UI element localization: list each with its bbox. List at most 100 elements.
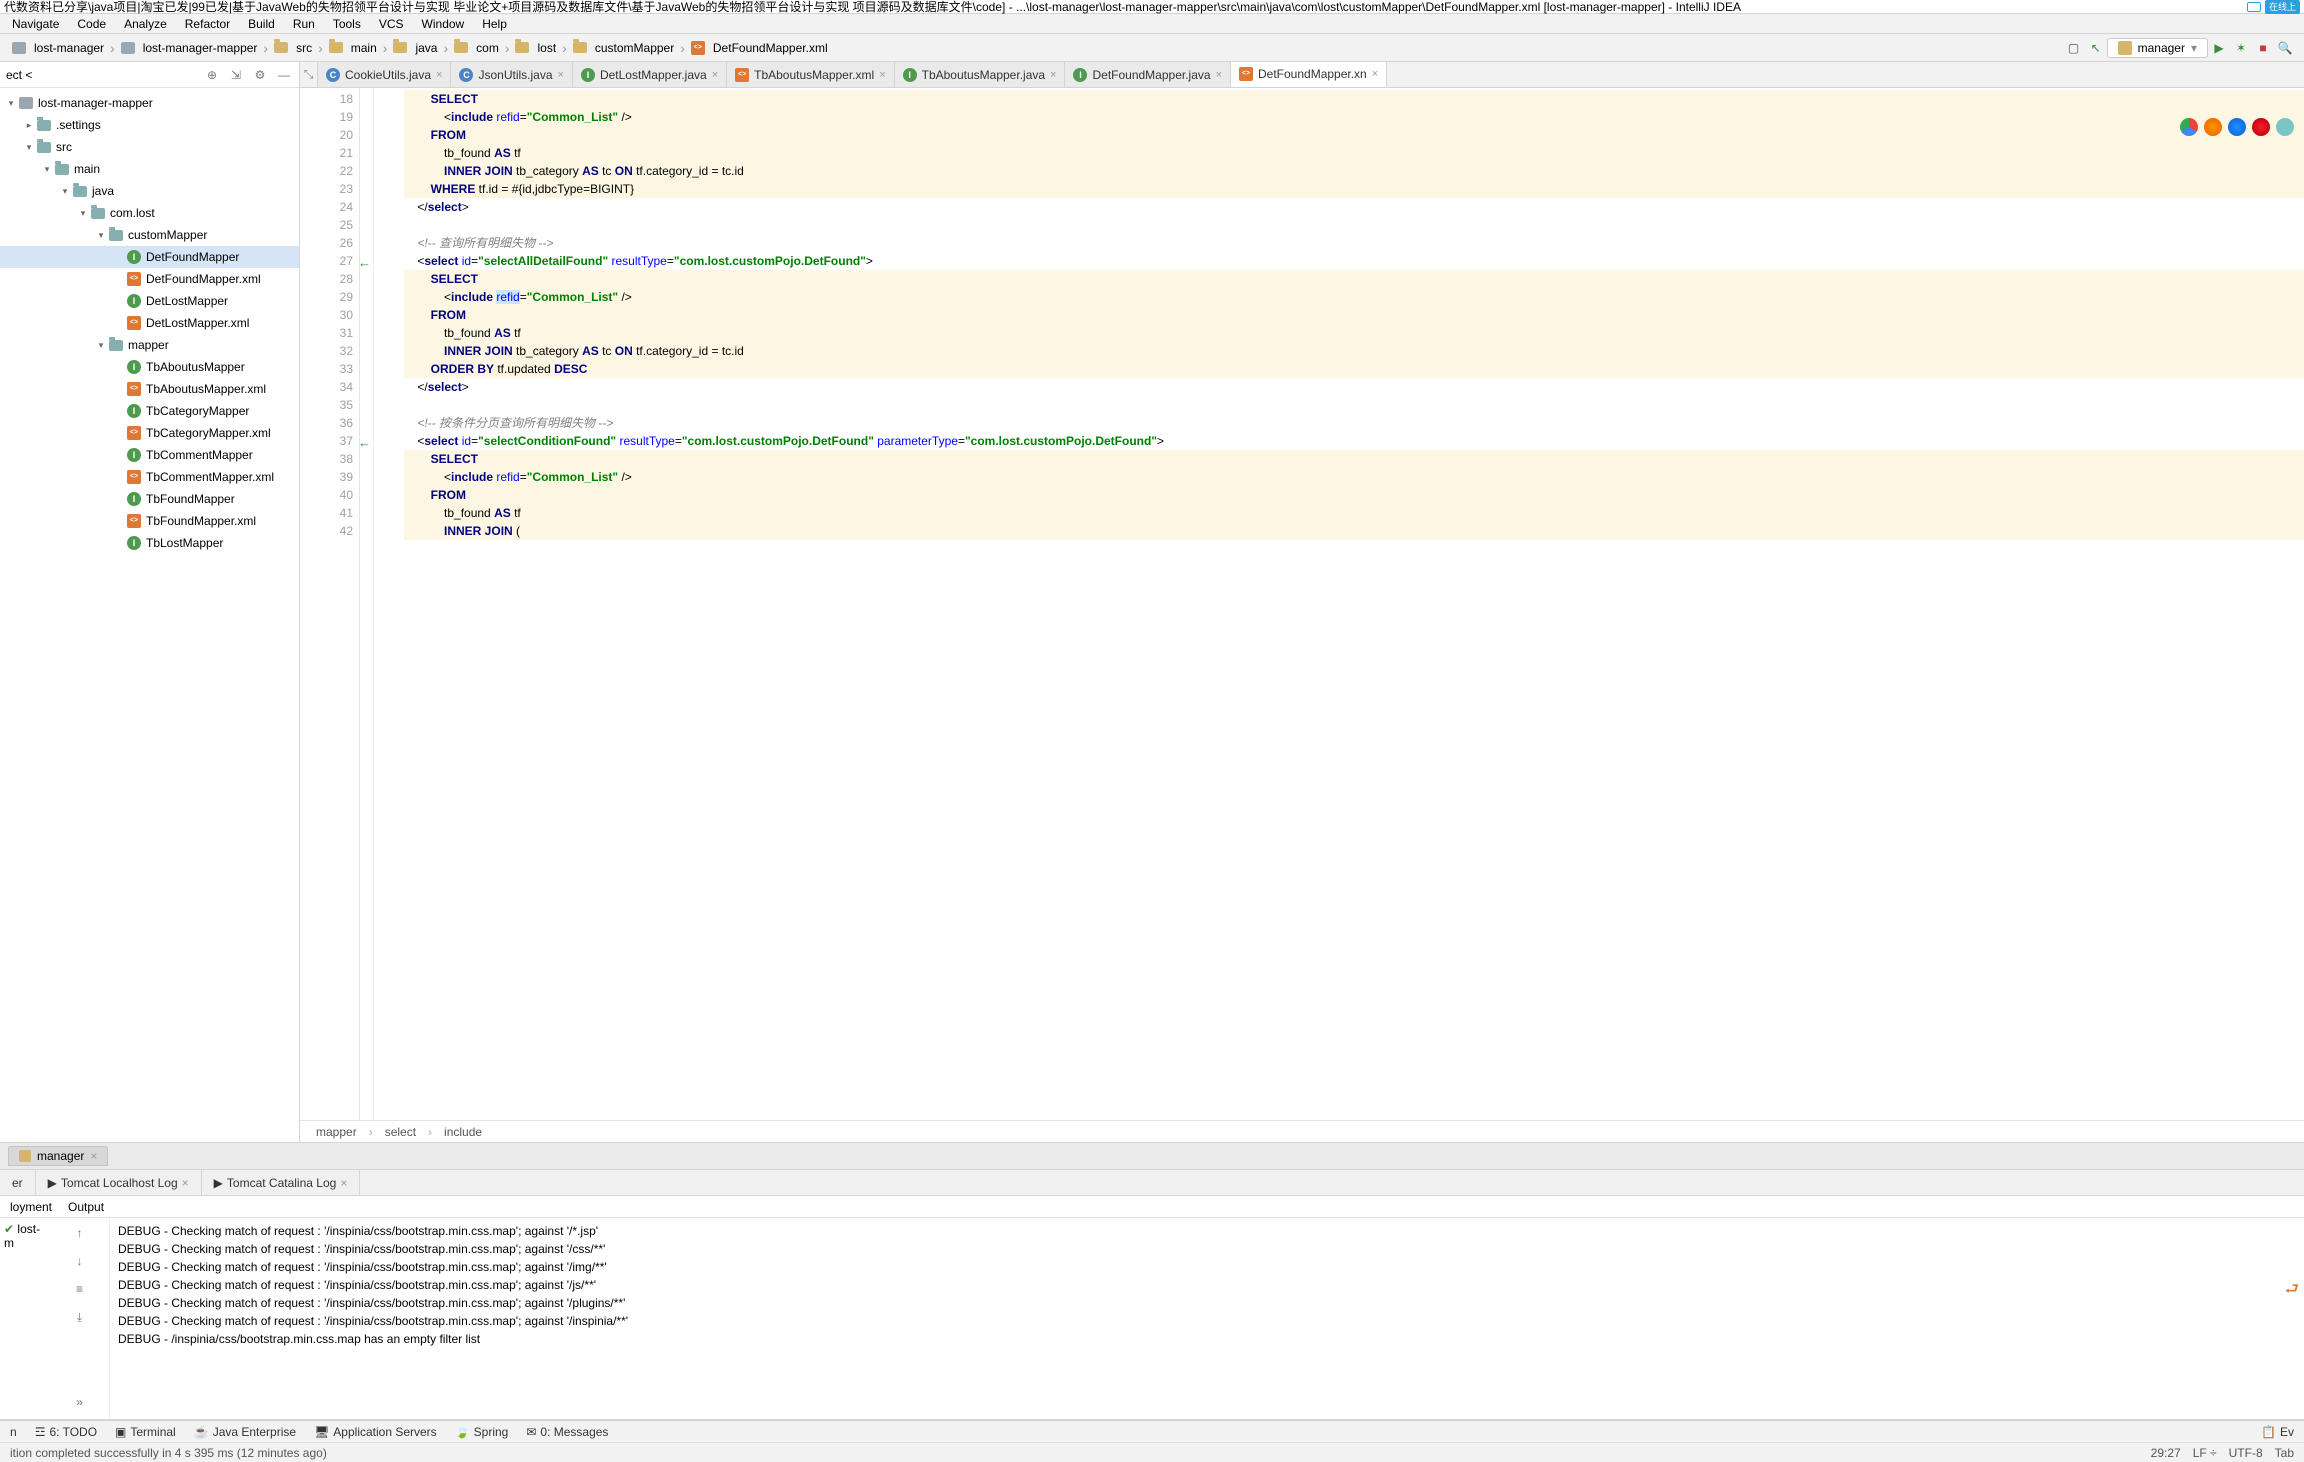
todo-tool[interactable]: ☲ 6: TODO [35, 1425, 97, 1439]
close-icon[interactable]: × [1050, 69, 1056, 81]
sync-icon[interactable]: ↖ [2085, 37, 2107, 59]
code-line[interactable]: <select id="selectConditionFound" result… [404, 432, 2304, 450]
tab-pin-icon[interactable]: ⤡ [300, 62, 318, 87]
file-encoding[interactable]: UTF-8 [2229, 1446, 2263, 1460]
twist-icon[interactable]: ▾ [76, 208, 90, 219]
breadcrumb-item[interactable]: lost [511, 41, 560, 55]
editor-tab[interactable]: CCookieUtils.java× [318, 62, 451, 87]
crumb-include[interactable]: include [444, 1125, 482, 1139]
chrome-icon[interactable] [2180, 118, 2198, 136]
tree-node[interactable]: ▾src [0, 136, 299, 158]
tree-node[interactable]: ▾lost-manager-mapper [0, 92, 299, 114]
close-icon[interactable]: × [182, 1176, 189, 1190]
breadcrumb-item[interactable]: src [270, 41, 316, 55]
editor-tab[interactable]: ITbAboutusMapper.java× [895, 62, 1066, 87]
layout-icon[interactable]: ▢ [2063, 37, 2085, 59]
collapse-icon[interactable]: ⇲ [227, 66, 245, 84]
messages-tool[interactable]: ✉ 0: Messages [526, 1425, 608, 1439]
twist-icon[interactable]: ▾ [94, 230, 108, 241]
default-browser-icon[interactable] [2276, 118, 2294, 136]
breadcrumb-item[interactable]: customMapper [569, 41, 678, 55]
menu-vcs[interactable]: VCS [371, 15, 412, 33]
tree-node[interactable]: <>TbFoundMapper.xml [0, 510, 299, 532]
down-icon[interactable]: ↓ [71, 1252, 89, 1270]
editor-tab[interactable]: CJsonUtils.java× [451, 62, 572, 87]
vcs-arrow-icon[interactable]: ← [358, 434, 371, 452]
tree-node[interactable]: ▸.settings [0, 114, 299, 136]
stop-icon[interactable]: ■ [2252, 37, 2274, 59]
code-line[interactable] [404, 396, 2304, 414]
crumb-mapper[interactable]: mapper [316, 1125, 357, 1139]
tree-node[interactable]: <>TbAboutusMapper.xml [0, 378, 299, 400]
gear-icon[interactable]: ⚙ [251, 66, 269, 84]
tree-node[interactable]: ▾customMapper [0, 224, 299, 246]
line-separator[interactable]: LF ÷ [2193, 1446, 2217, 1460]
run-icon[interactable]: ▶ [2208, 37, 2230, 59]
code-line[interactable]: ORDER BY tf.updated DESC [404, 360, 2304, 378]
twist-icon[interactable]: ▾ [94, 340, 108, 351]
close-icon[interactable]: × [90, 1149, 97, 1163]
twist-icon[interactable]: ▸ [22, 120, 36, 131]
bottom-item[interactable]: n [10, 1425, 17, 1439]
tree-node[interactable]: ITbCategoryMapper [0, 400, 299, 422]
locate-icon[interactable]: ⊕ [203, 66, 221, 84]
run-config-selector[interactable]: manager ▾ [2107, 38, 2208, 58]
menu-window[interactable]: Window [414, 15, 473, 33]
code-line[interactable]: <!-- 查询所有明细失物 --> [404, 234, 2304, 252]
close-icon[interactable]: × [1372, 68, 1378, 80]
code-line[interactable]: tb_found AS tf [404, 504, 2304, 522]
hide-icon[interactable]: — [275, 66, 293, 84]
caret-position[interactable]: 29:27 [2151, 1446, 2181, 1460]
tree-node[interactable]: IDetFoundMapper [0, 246, 299, 268]
code-line[interactable]: </select> [404, 198, 2304, 216]
tree-node[interactable]: ▾com.lost [0, 202, 299, 224]
tree-node[interactable]: ITbAboutusMapper [0, 356, 299, 378]
firefox-icon[interactable] [2204, 118, 2222, 136]
event-log[interactable]: 📋 Ev [2261, 1425, 2294, 1439]
close-icon[interactable]: × [1216, 69, 1222, 81]
soft-wrap-toggle-icon[interactable]: ⮐ [2285, 1278, 2299, 1305]
more-icon[interactable]: » [71, 1393, 89, 1411]
editor-tab[interactable]: IDetFoundMapper.java× [1065, 62, 1231, 87]
breadcrumb-item[interactable]: java [389, 41, 441, 55]
code-line[interactable]: FROM [404, 486, 2304, 504]
deployment-tree[interactable]: ✔ lost-m [0, 1218, 50, 1419]
menu-code[interactable]: Code [69, 15, 114, 33]
tree-node[interactable]: ▾java [0, 180, 299, 202]
output-tab[interactable]: ▶ Tomcat Localhost Log × [36, 1170, 202, 1195]
vcs-arrow-icon[interactable]: ← [358, 254, 371, 272]
app-servers-tool[interactable]: 🖥 Application Servers [314, 1425, 437, 1439]
project-tree[interactable]: ▾lost-manager-mapper▸.settings▾src▾main▾… [0, 88, 299, 1142]
output-tab[interactable]: er [0, 1170, 36, 1195]
safari-icon[interactable] [2228, 118, 2246, 136]
close-icon[interactable]: × [712, 69, 718, 81]
tree-node[interactable]: ▾main [0, 158, 299, 180]
console-output[interactable]: DEBUG - Checking match of request : '/in… [110, 1218, 2280, 1419]
code-line[interactable]: <select id="selectAllDetailFound" result… [404, 252, 2304, 270]
java-ee-tool[interactable]: ☕ Java Enterprise [194, 1425, 296, 1439]
twist-icon[interactable]: ▾ [4, 98, 18, 109]
tree-node[interactable]: <>TbCommentMapper.xml [0, 466, 299, 488]
terminal-tool[interactable]: ▣ Terminal [115, 1425, 176, 1439]
breadcrumb-item[interactable]: <>DetFoundMapper.xml [687, 41, 832, 55]
title-right-button[interactable]: 在线上 [2265, 0, 2300, 14]
tree-node[interactable]: ▾mapper [0, 334, 299, 356]
code-line[interactable] [404, 216, 2304, 234]
menu-run[interactable]: Run [285, 15, 323, 33]
breadcrumb-item[interactable]: main [325, 41, 381, 55]
close-icon[interactable]: × [558, 69, 564, 81]
spring-tool[interactable]: 🍃 Spring [455, 1425, 509, 1439]
code-line[interactable]: tb_found AS tf [404, 324, 2304, 342]
editor-breadcrumb[interactable]: mapper › select › include [300, 1120, 2304, 1142]
menu-refactor[interactable]: Refactor [177, 15, 238, 33]
editor-tab[interactable]: <>TbAboutusMapper.xml× [727, 62, 895, 87]
code-line[interactable]: INNER JOIN tb_category AS tc ON tf.categ… [404, 342, 2304, 360]
code-line[interactable]: <!-- 按条件分页查询所有明细失物 --> [404, 414, 2304, 432]
code-line[interactable]: tb_found AS tf [404, 144, 2304, 162]
tree-node[interactable]: <>DetFoundMapper.xml [0, 268, 299, 290]
code-line[interactable]: FROM [404, 126, 2304, 144]
twist-icon[interactable]: ▾ [58, 186, 72, 197]
wrap-icon[interactable]: ≡ [71, 1280, 89, 1298]
scroll-icon[interactable]: ⤓ [71, 1308, 89, 1326]
editor-tab[interactable]: <>DetFoundMapper.xn× [1231, 62, 1387, 87]
